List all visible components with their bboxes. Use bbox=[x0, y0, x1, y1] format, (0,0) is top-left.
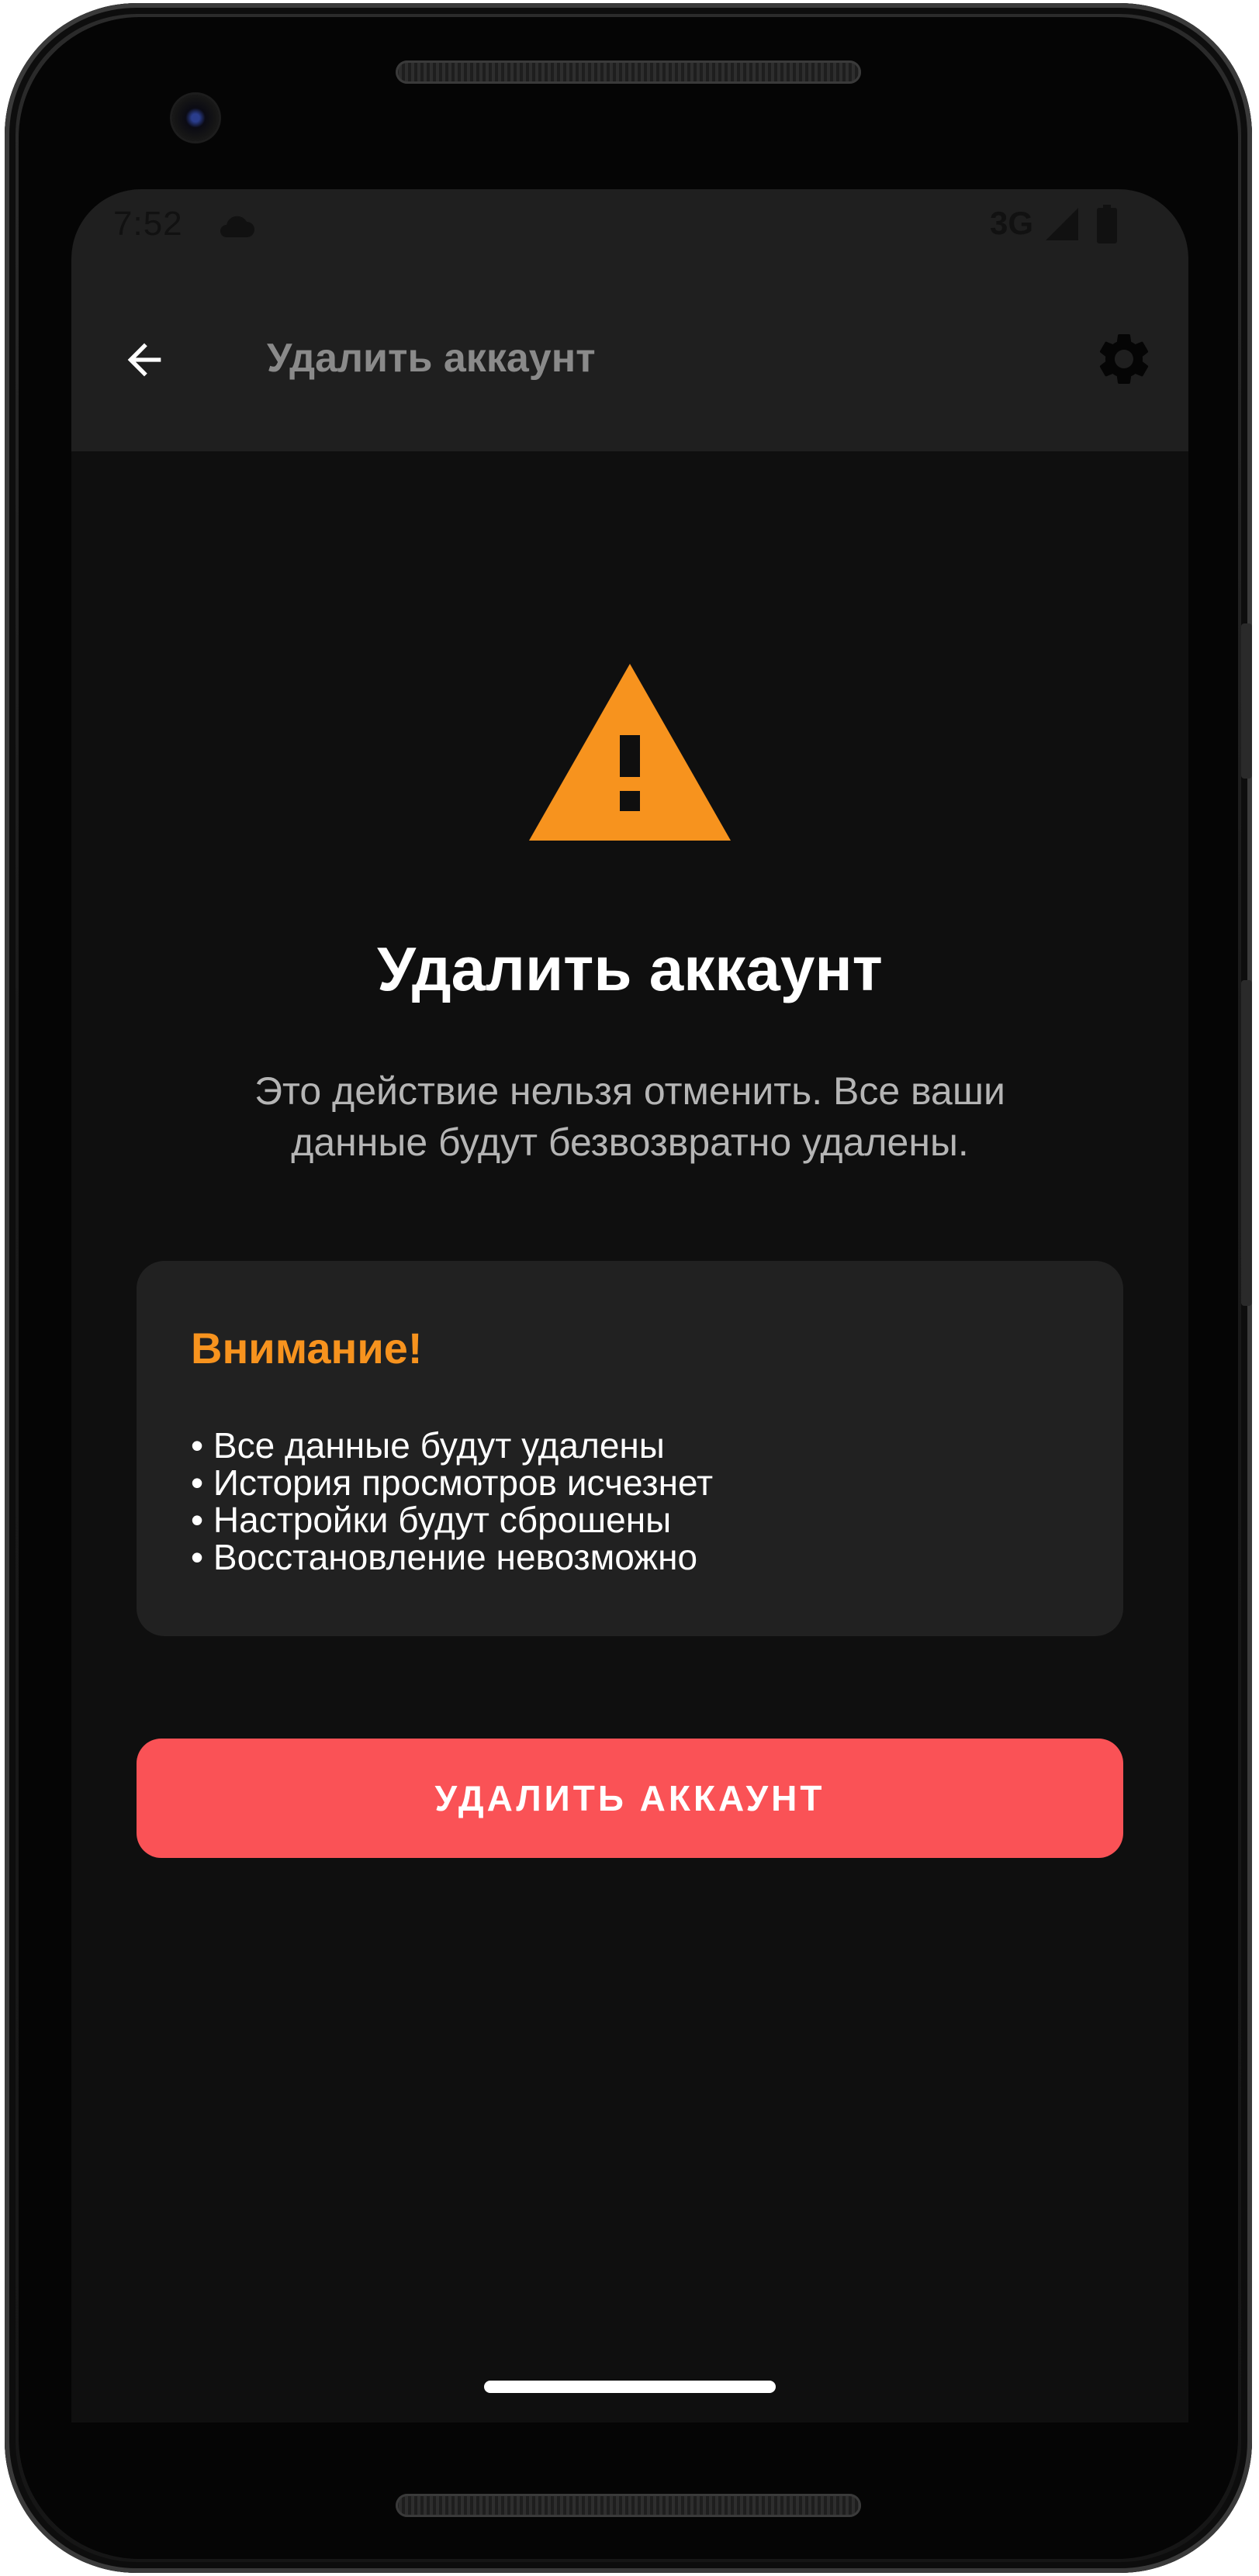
list-item: • Восстановление невозможно bbox=[191, 1537, 698, 1577]
attention-title: Внимание! bbox=[191, 1324, 423, 1373]
battery-icon bbox=[1097, 205, 1117, 243]
app-bar-title: Удалить аккаунт bbox=[267, 336, 596, 381]
settings-button[interactable] bbox=[1091, 326, 1157, 392]
back-button[interactable] bbox=[113, 329, 175, 391]
status-time: 7:52 bbox=[113, 205, 183, 243]
network-type: 3G bbox=[989, 205, 1033, 241]
delete-account-button[interactable]: УДАЛИТЬ АККАУНТ bbox=[137, 1739, 1123, 1858]
app-bar: Удалить аккаунт bbox=[71, 267, 1188, 451]
signal-icon bbox=[1046, 208, 1078, 240]
list-item: • Все данные будут удалены bbox=[191, 1425, 665, 1466]
warning-triangle-icon bbox=[529, 664, 731, 841]
attention-list: • Все данные будут удалены • История про… bbox=[191, 1427, 713, 1576]
description-text: Это действие нельзя отменить. Все ваши д… bbox=[164, 1065, 1095, 1168]
status-bar: 7:52 3G bbox=[71, 189, 1188, 267]
volume-button bbox=[1241, 980, 1252, 1306]
gear-icon bbox=[1099, 334, 1149, 384]
description-line-2: данные будут безвозвратно удалены. bbox=[291, 1121, 969, 1164]
cloud-icon bbox=[220, 216, 254, 237]
phone-frame: 7:52 3G Удалить аккаунт Удалить аккаунт … bbox=[5, 3, 1252, 2573]
power-button bbox=[1241, 623, 1252, 779]
attention-card: Внимание! • Все данные будут удалены • И… bbox=[137, 1261, 1123, 1636]
description-line-1: Это действие нельзя отменить. Все ваши bbox=[254, 1069, 1005, 1113]
bottom-speaker bbox=[396, 2494, 861, 2517]
home-indicator[interactable] bbox=[484, 2381, 776, 2393]
arrow-back-icon bbox=[127, 343, 161, 377]
page-title: Удалить аккаунт bbox=[377, 934, 883, 1003]
front-camera bbox=[172, 95, 219, 141]
top-speaker bbox=[396, 60, 861, 84]
screen: 7:52 3G Удалить аккаунт Удалить аккаунт … bbox=[71, 189, 1188, 2422]
list-item: • Настройки будут сброшены bbox=[191, 1500, 672, 1540]
list-item: • История просмотров исчезнет bbox=[191, 1462, 714, 1503]
